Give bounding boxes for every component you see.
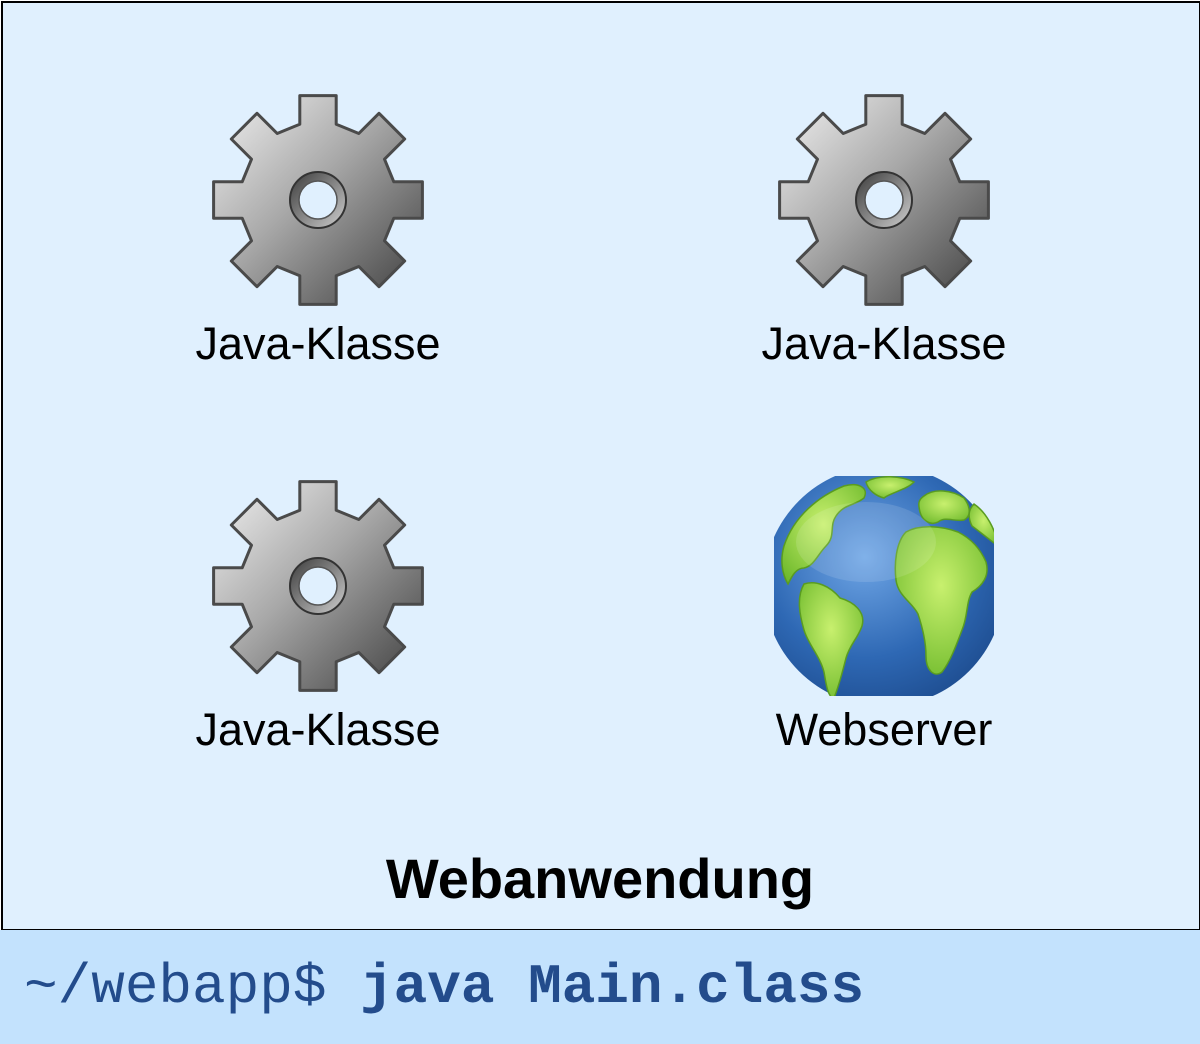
component-label: Java-Klasse	[761, 318, 1007, 369]
webapp-container	[1, 1, 1200, 931]
terminal-bar: ~/webapp$ java Main.class	[0, 930, 1200, 1044]
component-label: Java-Klasse	[195, 318, 441, 369]
diagram-canvas: Java-Klasse Java-Klasse Java-Klasse Webs…	[0, 0, 1200, 1044]
terminal-prompt: ~/webapp$	[24, 955, 361, 1019]
terminal-command: java Main.class	[360, 955, 865, 1019]
terminal-command-line: ~/webapp$ java Main.class	[24, 954, 864, 1020]
component-label: Webserver	[775, 704, 993, 755]
gear-icon	[208, 476, 428, 696]
gear-icon	[774, 90, 994, 310]
container-title: Webanwendung	[385, 847, 815, 910]
gear-icon	[208, 90, 428, 310]
component-label: Java-Klasse	[195, 704, 441, 755]
globe-icon	[774, 476, 994, 696]
